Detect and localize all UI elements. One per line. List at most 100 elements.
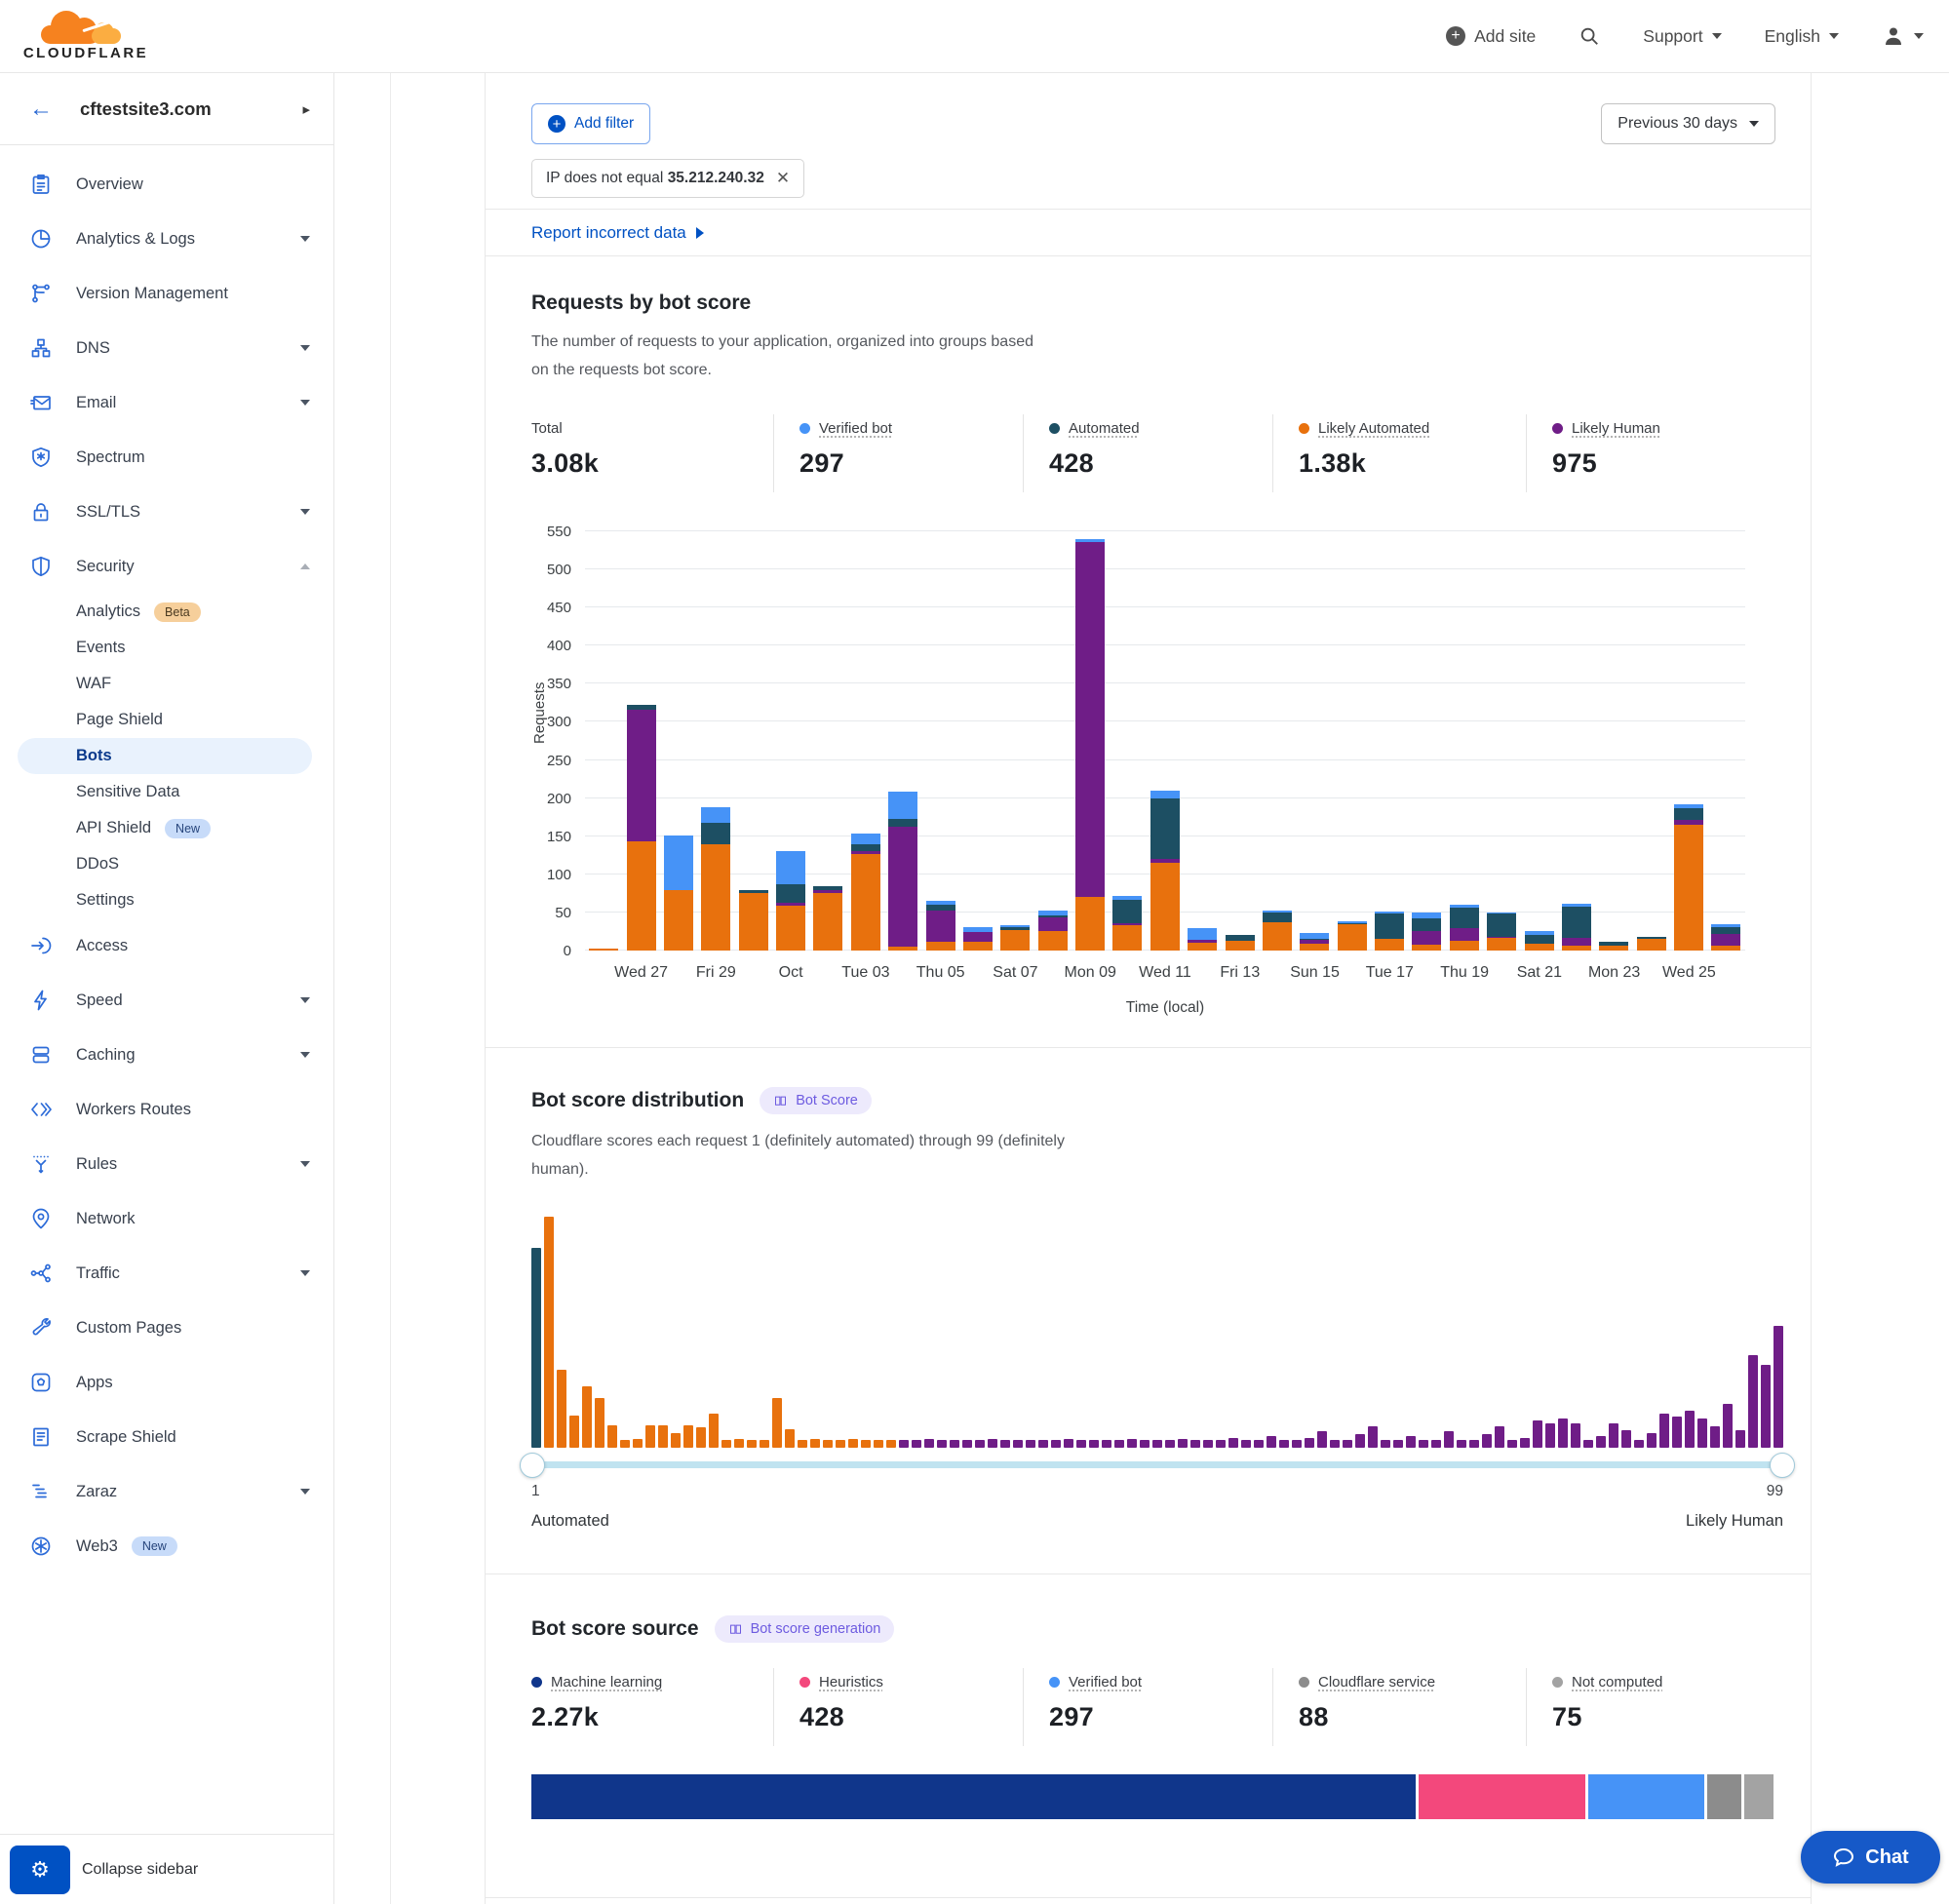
sidebar-item-ssl-tls[interactable]: SSL/TLS	[0, 485, 333, 539]
sidebar-item-label: Access	[76, 937, 128, 955]
bar-segment-likely-automated	[851, 854, 880, 951]
histogram-bar-score-72	[1431, 1440, 1441, 1448]
sidebar-item-analytics-logs[interactable]: Analytics & Logs	[0, 212, 333, 266]
add-filter-button[interactable]: + Add filter	[531, 103, 650, 144]
x-axis-tick: Oct	[779, 964, 803, 982]
bar-segment-automated	[1711, 927, 1740, 934]
sidebar-item-analytics[interactable]: AnalyticsBeta	[0, 594, 333, 630]
stat-label: Total	[531, 420, 563, 437]
sidebar-item-api-shield[interactable]: API ShieldNew	[0, 810, 333, 846]
bar-segment-likely-automated	[1525, 944, 1554, 951]
chevron-down-icon	[1829, 33, 1839, 39]
sidebar-item-scrape-shield[interactable]: Scrape Shield	[0, 1410, 333, 1464]
sidebar-item-network[interactable]: Network	[0, 1191, 333, 1246]
cloudflare-logo[interactable]: CLOUDFLARE	[23, 11, 148, 61]
language-menu[interactable]: English	[1765, 26, 1839, 47]
add-filter-label: Add filter	[574, 115, 634, 133]
settings-gear-button[interactable]: ⚙	[10, 1846, 70, 1894]
bot-score-doc-badge[interactable]: Bot Score	[760, 1087, 872, 1114]
remove-filter-icon[interactable]: ✕	[776, 169, 790, 188]
sidebar-item-label: Web3	[76, 1537, 118, 1556]
sidebar-item-version-management[interactable]: Version Management	[0, 266, 333, 321]
slider-handle-min[interactable]	[520, 1453, 545, 1478]
chevron-right-icon[interactable]: ▸	[302, 100, 310, 118]
stat-value: 297	[1049, 1702, 1272, 1732]
histogram-bar-score-73	[1444, 1431, 1454, 1448]
sidebar-item-sensitive-data[interactable]: Sensitive Data	[0, 774, 333, 810]
chat-bubble-icon	[1832, 1846, 1855, 1869]
sidebar-item-workers-routes[interactable]: Workers Routes	[0, 1082, 333, 1137]
sidebar-item-label: Bots	[76, 747, 112, 765]
sidebar-item-waf[interactable]: WAF	[0, 666, 333, 702]
chevron-down-icon	[300, 509, 310, 515]
stacked-bar-12	[996, 531, 1033, 951]
sidebar-item-traffic[interactable]: Traffic	[0, 1246, 333, 1301]
x-axis-tick: Mon 09	[1065, 964, 1116, 982]
sidebar-item-caching[interactable]: Caching	[0, 1028, 333, 1082]
collapse-sidebar-button[interactable]: Collapse sidebar	[82, 1861, 198, 1879]
histogram-bar-score-83	[1571, 1423, 1580, 1448]
sidebar-item-rules[interactable]: Rules	[0, 1137, 333, 1191]
chevron-up-icon	[300, 563, 310, 569]
sidebar-item-access[interactable]: Access	[0, 918, 333, 973]
histogram-bar-score-79	[1520, 1438, 1530, 1448]
stacked-bar-7	[809, 531, 846, 951]
sidebar-item-security[interactable]: Security	[0, 539, 333, 594]
bar-segment-likely-human	[1450, 928, 1479, 941]
histogram-bar-score-75	[1469, 1440, 1479, 1448]
histogram-bar-score-7	[607, 1425, 617, 1448]
sidebar-item-settings[interactable]: Settings	[0, 882, 333, 918]
sidebar-item-custom-pages[interactable]: Custom Pages	[0, 1301, 333, 1355]
chat-button[interactable]: Chat	[1801, 1831, 1940, 1884]
stacked-bar-8	[847, 531, 884, 951]
sidebar-item-label: Settings	[76, 891, 135, 910]
bar-segment-likely-automated	[1562, 946, 1591, 951]
custom-pages-icon	[29, 1316, 53, 1340]
requests-stacked-bar-chart: 050100150200250300350400450500550Wed 27F…	[585, 531, 1745, 951]
sidebar-item-email[interactable]: Email	[0, 375, 333, 430]
histogram-bar-score-77	[1495, 1426, 1504, 1448]
site-selector[interactable]: ← cftestsite3.com ▸	[0, 73, 333, 145]
legend-dot-icon	[799, 1677, 810, 1688]
back-arrow-icon[interactable]: ←	[29, 97, 53, 121]
histogram-bar-score-65	[1343, 1440, 1352, 1448]
date-range-value: Previous 30 days	[1618, 115, 1737, 133]
x-axis-tick: Sun 15	[1290, 964, 1340, 982]
account-menu[interactable]	[1882, 24, 1924, 48]
sidebar-item-label: Speed	[76, 991, 123, 1010]
date-range-select[interactable]: Previous 30 days	[1601, 103, 1775, 144]
sidebar-item-ddos[interactable]: DDoS	[0, 846, 333, 882]
report-link-label: Report incorrect data	[531, 223, 686, 243]
sidebar-item-bots[interactable]: Bots	[18, 738, 312, 774]
sidebar-item-zaraz[interactable]: Zaraz	[0, 1464, 333, 1519]
sidebar-item-label: Analytics & Logs	[76, 230, 195, 249]
sidebar-item-speed[interactable]: Speed	[0, 973, 333, 1028]
bar-segment-automated	[1525, 935, 1554, 944]
report-incorrect-data-link[interactable]: Report incorrect data	[531, 223, 704, 243]
sidebar-item-page-shield[interactable]: Page Shield	[0, 702, 333, 738]
sidebar-item-apps[interactable]: Apps	[0, 1355, 333, 1410]
stacked-bar-23	[1408, 531, 1445, 951]
bot-score-generation-doc-badge[interactable]: Bot score generation	[715, 1615, 895, 1643]
search-button[interactable]	[1579, 25, 1600, 47]
sidebar-item-dns[interactable]: DNS	[0, 321, 333, 375]
new-badge: New	[132, 1536, 177, 1556]
slider-max-value: 99	[1767, 1483, 1783, 1500]
sidebar-item-events[interactable]: Events	[0, 630, 333, 666]
source-card-title: Bot score source	[531, 1617, 699, 1641]
support-menu[interactable]: Support	[1643, 26, 1721, 47]
sidebar-item-web3[interactable]: Web3 New	[0, 1519, 333, 1574]
score-range-slider[interactable]	[531, 1461, 1783, 1468]
report-row: Report incorrect data	[486, 210, 1811, 256]
histogram-bar-score-25	[836, 1440, 845, 1448]
histogram-bar-score-16	[721, 1440, 731, 1448]
slider-handle-max[interactable]	[1770, 1453, 1795, 1478]
histogram-bar-score-8	[620, 1440, 630, 1448]
histogram-bar-score-43	[1064, 1439, 1073, 1448]
histogram-bar-score-57	[1241, 1440, 1251, 1448]
sidebar-item-overview[interactable]: Overview	[0, 157, 333, 212]
add-site-button[interactable]: + Add site	[1446, 26, 1536, 47]
histogram-bar-score-81	[1545, 1423, 1555, 1448]
sidebar-item-spectrum[interactable]: Spectrum	[0, 430, 333, 485]
filter-bar: + Add filter IP does not equal 35.212.24…	[486, 73, 1811, 210]
